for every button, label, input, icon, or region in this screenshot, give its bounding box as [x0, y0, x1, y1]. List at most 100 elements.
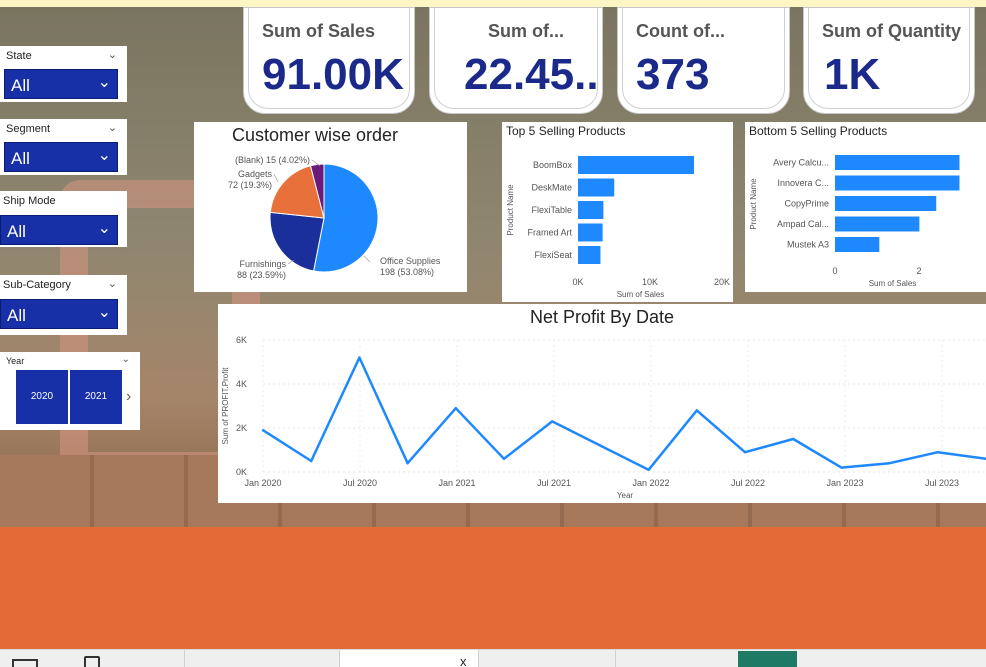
bar[interactable]: [835, 216, 920, 232]
data-point[interactable]: [358, 356, 361, 359]
x-tick-label: Jan 2020: [244, 478, 281, 488]
x-tick-label: Jan 2022: [632, 478, 669, 488]
slicer-segment[interactable]: Segment ⌄ All ⌄: [0, 119, 127, 175]
category-label: Framed Art: [527, 228, 572, 238]
page-view-icon[interactable]: [12, 659, 38, 667]
segment-dropdown[interactable]: All ⌄: [4, 142, 118, 172]
kpi-card-sales[interactable]: Sum of Sales 91.00K: [243, 7, 415, 114]
tick-label: 0: [832, 266, 837, 276]
tick-label: 10K: [642, 277, 658, 287]
data-point[interactable]: [936, 451, 939, 454]
page-tab[interactable]: [615, 650, 738, 667]
data-point[interactable]: [406, 462, 409, 465]
slicer-title: Sub-Category: [3, 279, 71, 291]
data-point[interactable]: [840, 466, 843, 469]
bar[interactable]: [835, 155, 960, 170]
x-axis-title: Year: [617, 491, 634, 500]
bar[interactable]: [835, 237, 880, 252]
axis-title: Product Name: [749, 178, 758, 230]
page-tab[interactable]: [478, 650, 615, 667]
data-point[interactable]: [792, 437, 795, 441]
category-label: BoomBox: [533, 160, 573, 170]
pie-chart-card[interactable]: Customer wise order Office Supplies 198 (…: [194, 122, 467, 292]
chevron-down-icon[interactable]: ⌄: [108, 121, 117, 134]
tick-label: 0K: [572, 277, 583, 287]
x-tick-label: Jul 2022: [731, 478, 765, 488]
category-label: CopyPrime: [784, 199, 829, 209]
kpi-value: 22.45..: [464, 50, 599, 99]
bottom-products-bar-chart: Avery Calcu... Innovera C... CopyPrime Ampa…: [749, 155, 960, 288]
y-tick-label: 2K: [236, 423, 247, 433]
chevron-down-icon: ⌄: [97, 147, 111, 164]
x-tick-label: Jan 2021: [438, 478, 475, 488]
data-point[interactable]: [647, 468, 650, 471]
data-point[interactable]: [695, 409, 698, 412]
kpi-value: 91.00K: [262, 50, 404, 99]
data-point[interactable]: [599, 444, 602, 447]
mobile-view-icon[interactable]: [84, 656, 100, 667]
net-profit-card[interactable]: Net Profit By Date 0K 2K 4K 6K Jan 2020 Jul 2…: [218, 304, 986, 503]
kpi-value: 1K: [824, 50, 881, 99]
year-tile[interactable]: 2021: [70, 370, 122, 424]
data-point[interactable]: [502, 457, 506, 460]
x-tick-label: Jan 2023: [826, 478, 863, 488]
pie-data-label: Office Supplies 198 (53.08%): [380, 256, 441, 277]
bar[interactable]: [578, 246, 601, 264]
state-dropdown[interactable]: All ⌄: [4, 69, 118, 99]
kpi-label: Sum of Quantity: [822, 21, 961, 41]
slicer-state[interactable]: State ⌄ All ⌄: [0, 46, 127, 102]
pie-chart: Office Supplies 198 (53.08%) Furnishings 88…: [228, 155, 441, 280]
bottom-products-card[interactable]: Bottom 5 Selling Products Avery Calcu...…: [745, 122, 986, 292]
ship-mode-dropdown[interactable]: All ⌄: [0, 215, 118, 245]
top-products-bar-chart: BoomBox DeskMate FlexiTable Framed Art Flexi…: [506, 156, 730, 299]
slicer-ship-mode[interactable]: Ship Mode All ⌄: [0, 191, 127, 247]
pie-data-label: Furnishings 88 (23.59%): [237, 259, 287, 280]
kpi-label: Sum of...: [488, 21, 564, 41]
page-tab[interactable]: [184, 650, 339, 667]
bar[interactable]: [578, 223, 603, 242]
category-label: Ampad Cal...: [777, 219, 829, 229]
slicer-sub-category[interactable]: Sub-Category ⌄ All ⌄: [0, 275, 127, 335]
category-label: FlexiTable: [531, 205, 572, 215]
year-tile[interactable]: 2020: [16, 370, 68, 424]
axis-title: Sum of Sales: [617, 290, 665, 299]
axis-title: Sum of Sales: [869, 279, 917, 288]
sub-category-dropdown[interactable]: All ⌄: [0, 299, 118, 329]
data-point[interactable]: [551, 420, 554, 423]
kpi-card-count[interactable]: Count of... 373: [617, 7, 790, 114]
tick-label: 20K: [714, 277, 730, 287]
bar[interactable]: [578, 201, 604, 219]
bar[interactable]: [578, 156, 694, 174]
bar[interactable]: [835, 175, 960, 191]
data-point[interactable]: [310, 459, 313, 463]
data-point[interactable]: [261, 429, 265, 432]
bar[interactable]: [835, 196, 937, 211]
y-axis-title: Sum of PROFIT.Profit: [221, 367, 230, 445]
kpi-label: Sum of Sales: [262, 21, 376, 41]
chevron-down-icon[interactable]: ⌄: [108, 48, 117, 61]
chevron-down-icon[interactable]: ⌄: [122, 354, 130, 365]
slicer-title: State: [6, 50, 32, 62]
data-point[interactable]: [888, 462, 891, 465]
data-point[interactable]: [743, 451, 747, 454]
slicer-year[interactable]: Year ⌄ 2020 2021 ›: [0, 352, 140, 430]
category-label: Innovera C...: [777, 178, 829, 188]
y-tick-label: 0K: [236, 467, 247, 477]
kpi-card-quantity[interactable]: Sum of Quantity 1K: [803, 7, 975, 114]
chevron-right-icon[interactable]: ›: [126, 388, 131, 406]
top-strip: [0, 0, 986, 7]
close-icon[interactable]: x: [460, 654, 467, 667]
slicer-title: Year: [6, 356, 25, 366]
chevron-down-icon: ⌄: [97, 304, 111, 321]
top-products-card[interactable]: Top 5 Selling Products BoomBox DeskMate Fl…: [502, 122, 733, 302]
bar[interactable]: [578, 178, 615, 197]
slicer-title: Segment: [6, 123, 51, 135]
page-tab-active[interactable]: [339, 650, 478, 667]
y-tick-label: 4K: [236, 379, 247, 389]
y-tick-label: 6K: [236, 335, 247, 345]
add-page-button[interactable]: [738, 651, 797, 667]
kpi-card-profit[interactable]: Sum of... 22.45..: [429, 7, 603, 114]
data-point[interactable]: [454, 407, 457, 410]
chevron-down-icon[interactable]: ⌄: [108, 277, 117, 290]
profit-line[interactable]: [262, 356, 986, 472]
